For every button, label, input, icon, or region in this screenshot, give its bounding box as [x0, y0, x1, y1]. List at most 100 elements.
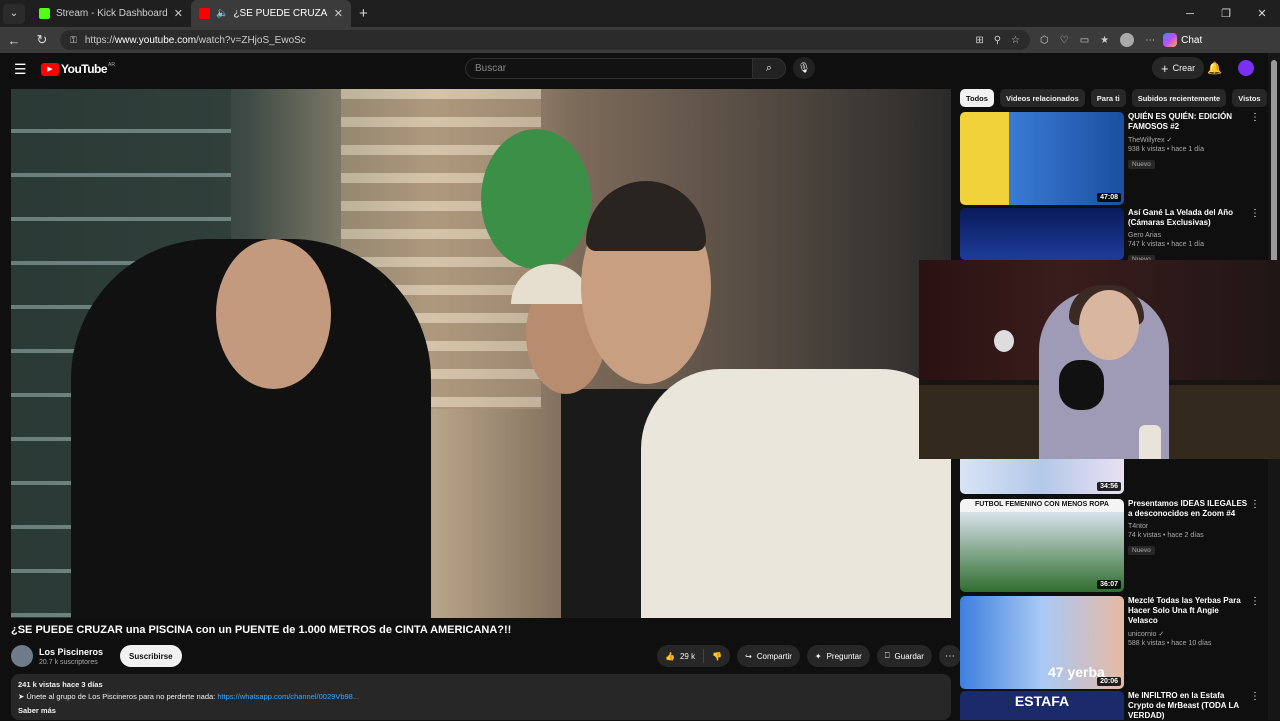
video-thumbnail[interactable]: 47:08 — [960, 112, 1124, 205]
reload-icon[interactable]: ↻ — [28, 32, 56, 48]
thumbs-up-icon: 👍 — [665, 651, 675, 661]
video-duration: 20:06 — [1097, 677, 1121, 686]
close-tab-icon[interactable]: ✕ — [174, 7, 183, 20]
channel-name[interactable]: Los Piscineros — [39, 647, 103, 657]
chip-related[interactable]: Videos relacionados — [999, 89, 1085, 107]
split-screen-icon[interactable]: ▭ — [1080, 35, 1089, 46]
like-button[interactable]: 👍 29 k — [657, 649, 705, 663]
video-meta: QUIÉN ES QUIÉN: EDICIÓN FAMOSOS #2 TheWi… — [1128, 112, 1248, 171]
more-vert-icon[interactable]: ⋮ — [1250, 208, 1260, 219]
channel-row: Los Piscineros 20.7 k suscriptores Suscr… — [11, 645, 182, 667]
ask-button[interactable]: ✦ Preguntar — [806, 645, 870, 667]
whatsapp-link[interactable]: https://whatsapp.com/channel/0029Vb98... — [217, 692, 359, 701]
video-stats: 588 k vistas • hace 10 días — [1128, 640, 1212, 647]
url-field[interactable]: ⚿ https://www.youtube.com/watch?v=ZHjoS_… — [60, 30, 1030, 50]
recommendation-item[interactable]: 47 yerba 20:06 Mezclé Todas las Yerbas P… — [960, 596, 1260, 689]
channel-name[interactable]: TheWillyrex ✓ — [1128, 136, 1248, 144]
share-button[interactable]: ↪ Compartir — [737, 645, 800, 667]
video-thumbnail[interactable]: ESTAFA — [960, 691, 1124, 720]
chip-for-you[interactable]: Para ti — [1090, 89, 1126, 107]
dislike-button[interactable]: 👎 — [704, 652, 730, 661]
tab-kick-dashboard[interactable]: Stream - Kick Dashboard ✕ — [31, 0, 191, 27]
minimize-icon[interactable]: ─ — [1172, 8, 1208, 20]
search-input[interactable]: Buscar — [465, 58, 753, 79]
show-more-link[interactable]: Saber más — [18, 706, 944, 715]
recommendation-item[interactable]: FUTBOL FEMENINO CON MENOS ROPA 36:07 Pre… — [960, 499, 1260, 592]
description-box[interactable]: 241 k vistas hace 3 días ➤ Únete al grup… — [11, 674, 951, 720]
video-title[interactable]: QUIÉN ES QUIÉN: EDICIÓN FAMOSOS #2 — [1128, 112, 1248, 132]
video-stats: 938 k vistas • hace 1 día — [1128, 146, 1204, 153]
user-avatar[interactable] — [1238, 60, 1254, 76]
window-controls: ─ ❐ ✕ — [1172, 0, 1280, 27]
channel-name[interactable]: Gero Arias — [1128, 232, 1248, 239]
tab-list-dropdown-icon[interactable]: ⌄ — [3, 3, 25, 24]
video-duration: 34:56 — [1097, 482, 1121, 491]
create-button[interactable]: + Crear — [1152, 57, 1205, 79]
url-path: /watch?v=ZHjoS_EwoSc — [196, 34, 306, 46]
favorites-icon[interactable]: ★ — [1100, 35, 1109, 46]
subscriber-count: 20.7 k suscriptores — [39, 658, 98, 666]
video-title[interactable]: Así Gané La Velada del Año (Cámaras Excl… — [1128, 208, 1248, 228]
more-vert-icon[interactable]: ⋮ — [1250, 691, 1260, 702]
video-frame-person — [641, 369, 951, 618]
like-count: 29 k — [679, 651, 696, 661]
video-meta: Presentamos IDEAS ILEGALES a desconocido… — [1128, 499, 1248, 557]
sparkle-icon: ✦ — [814, 651, 822, 661]
plus-icon: + — [1161, 60, 1169, 76]
more-vert-icon[interactable]: ⋮ — [1250, 499, 1260, 510]
more-vert-icon[interactable]: ⋮ — [1250, 596, 1260, 607]
video-thumbnail[interactable]: 34:56 — [960, 459, 1124, 494]
save-button[interactable]: ⎕ Guardar — [876, 645, 932, 667]
voice-search-button[interactable]: 🎙 — [793, 57, 815, 79]
site-info-icon[interactable]: ⚿ — [70, 35, 77, 46]
speaker-icon[interactable]: 🔈 — [216, 8, 228, 19]
subscribe-button[interactable]: Suscribirse — [120, 645, 182, 667]
extensions-icon[interactable]: ⬡ — [1040, 35, 1049, 46]
video-thumbnail[interactable]: 47 yerba 20:06 — [960, 596, 1124, 689]
recommendation-item[interactable]: ESTAFA Me INFILTRO en la Estafa Crypto d… — [960, 691, 1260, 720]
youtube-logo[interactable]: ▶ YouTube AR — [41, 62, 115, 76]
recommendation-item[interactable]: 47:08 QUIÉN ES QUIÉN: EDICIÓN FAMOSOS #2… — [960, 112, 1260, 205]
channel-avatar[interactable] — [11, 645, 33, 667]
more-options-icon[interactable]: ⋯ — [1145, 35, 1155, 46]
copilot-chat-button[interactable]: Chat — [1163, 33, 1202, 47]
video-player[interactable] — [11, 89, 951, 618]
new-tab-icon[interactable]: + — [359, 5, 368, 22]
video-thumbnail[interactable] — [960, 208, 1124, 260]
scrollbar-thumb[interactable] — [1271, 60, 1277, 275]
video-duration: 36:07 — [1097, 580, 1121, 589]
address-bar-row: ← ↻ ⚿ https://www.youtube.com/watch?v=ZH… — [0, 27, 1280, 53]
tab-youtube-video[interactable]: 🔈 ¿SE PUEDE CRUZAR una PISCINA ✕ — [191, 0, 351, 27]
more-vert-icon[interactable]: ⋮ — [1250, 112, 1260, 123]
more-actions-button[interactable]: ⋯ — [938, 645, 961, 667]
recommendation-item[interactable]: 34:56 — [960, 459, 1260, 494]
back-icon[interactable]: ← — [0, 33, 28, 48]
video-title[interactable]: Mezclé Todas las Yerbas Para Hacer Solo … — [1128, 596, 1248, 626]
view-stats: 241 k vistas hace 3 días — [18, 680, 103, 689]
restore-icon[interactable]: ❐ — [1208, 7, 1244, 20]
favorite-star-icon[interactable]: ☆ — [1011, 35, 1020, 46]
close-window-icon[interactable]: ✕ — [1244, 7, 1280, 20]
notifications-bell-icon[interactable]: 🔔 — [1207, 61, 1222, 75]
filter-chips: Todos Videos relacionados Para ti Subido… — [960, 89, 1267, 107]
search-button[interactable]: ⌕ — [752, 58, 786, 79]
video-title[interactable]: Me INFILTRO en la Estafa Crypto de MrBea… — [1128, 691, 1248, 721]
hamburger-menu-icon[interactable]: ☰ — [14, 61, 34, 78]
video-title: ¿SE PUEDE CRUZAR una PISCINA con un PUEN… — [11, 624, 512, 636]
save-label: Guardar — [894, 651, 924, 661]
close-tab-icon[interactable]: ✕ — [334, 7, 343, 20]
app-available-icon[interactable]: ⊞ — [975, 35, 983, 46]
chip-all[interactable]: Todos — [960, 89, 994, 107]
video-thumbnail[interactable]: FUTBOL FEMENINO CON MENOS ROPA 36:07 — [960, 499, 1124, 592]
browser-essentials-icon[interactable]: ♡ — [1060, 35, 1069, 46]
video-title[interactable]: Presentamos IDEAS ILEGALES a desconocido… — [1128, 499, 1248, 519]
chip-recent[interactable]: Subidos recientemente — [1131, 89, 1227, 107]
channel-name[interactable]: unicornio ✓ — [1128, 630, 1248, 638]
video-meta: Así Gané La Velada del Año (Cámaras Excl… — [1128, 208, 1248, 266]
profile-avatar[interactable] — [1120, 33, 1135, 47]
youtube-play-icon: ▶ — [41, 62, 59, 76]
tab-title: ¿SE PUEDE CRUZAR una PISCINA — [233, 8, 328, 19]
zoom-icon[interactable]: ⚲ — [994, 35, 1001, 46]
chip-watched[interactable]: Vistos — [1232, 89, 1267, 107]
channel-name[interactable]: T4ntor — [1128, 523, 1248, 530]
